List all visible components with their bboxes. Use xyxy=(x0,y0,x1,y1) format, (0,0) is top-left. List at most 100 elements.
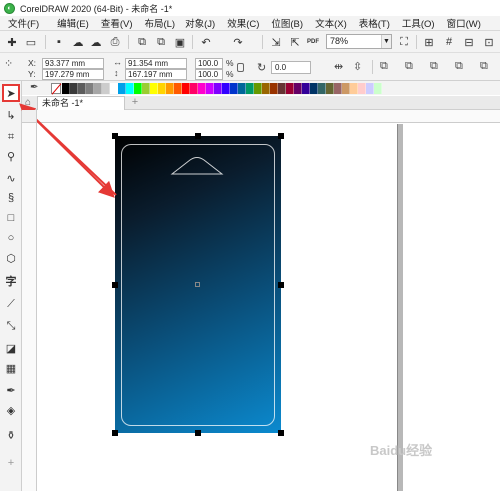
resize-handle-top[interactable] xyxy=(195,133,201,139)
intersect-icon[interactable]: ⧉ xyxy=(455,60,463,73)
palette-swatch[interactable] xyxy=(190,83,198,94)
show-rulers-icon[interactable]: ⊞ xyxy=(421,34,437,50)
drop-shadow-icon[interactable]: ◪ xyxy=(2,339,20,357)
color-eyedropper-icon[interactable]: ✒ xyxy=(2,381,20,399)
add-tab-icon[interactable]: + xyxy=(128,96,142,110)
export-icon[interactable]: ⇱ xyxy=(287,34,303,50)
palette-swatch[interactable] xyxy=(374,83,382,94)
menu-edit[interactable]: 编辑(E) xyxy=(55,16,91,30)
palette-swatch[interactable] xyxy=(78,83,86,94)
palette-swatch[interactable] xyxy=(142,83,150,94)
zoom-tool-icon[interactable]: ⚲ xyxy=(2,147,20,165)
rotation-angle-input[interactable]: 0.0 xyxy=(271,61,311,74)
palette-swatch[interactable] xyxy=(118,83,126,94)
resize-handle-top-right[interactable] xyxy=(278,133,284,139)
y-position-input[interactable]: 197.279 mm xyxy=(42,69,104,80)
palette-swatch[interactable] xyxy=(254,83,262,94)
palette-swatch[interactable] xyxy=(150,83,158,94)
paste-icon[interactable]: ▣ xyxy=(172,34,188,50)
palette-swatch[interactable] xyxy=(294,83,302,94)
print-icon[interactable]: ⎙ xyxy=(107,34,123,50)
palette-swatch[interactable] xyxy=(182,83,190,94)
palette-swatch[interactable] xyxy=(198,83,206,94)
palette-swatch[interactable] xyxy=(358,83,366,94)
palette-swatch[interactable] xyxy=(102,83,110,94)
eyedropper-icon[interactable]: ✒ xyxy=(30,82,38,93)
shape-tool-icon[interactable]: ↳ xyxy=(2,106,20,124)
palette-swatch[interactable] xyxy=(246,83,254,94)
palette-swatch[interactable] xyxy=(350,83,358,94)
text-tool-icon[interactable]: 字 xyxy=(2,272,20,290)
document-tab[interactable]: 未命名 -1* xyxy=(37,96,125,110)
menu-table[interactable]: 表格(T) xyxy=(357,16,392,30)
resize-handle-bottom-left[interactable] xyxy=(112,430,118,436)
palette-swatch[interactable] xyxy=(318,83,326,94)
lock-ratio-icon[interactable] xyxy=(237,63,244,72)
no-fill-swatch[interactable] xyxy=(51,83,61,94)
weld-icon[interactable]: ⧉ xyxy=(405,60,413,73)
palette-swatch[interactable] xyxy=(302,83,310,94)
palette-swatch[interactable] xyxy=(310,83,318,94)
home-icon[interactable]: ⌂ xyxy=(25,97,31,108)
freehand-tool-icon[interactable]: ∿ xyxy=(2,169,20,187)
menu-effects[interactable]: 效果(C) xyxy=(225,16,261,30)
palette-swatch[interactable] xyxy=(174,83,182,94)
scale-height-input[interactable]: 100.0 xyxy=(195,69,223,80)
scale-width-input[interactable]: 100.0 xyxy=(195,58,223,69)
x-position-input[interactable]: 93.377 mm xyxy=(42,58,104,69)
height-input[interactable]: 167.197 mm xyxy=(125,69,187,80)
palette-swatch[interactable] xyxy=(214,83,222,94)
palette-swatch[interactable] xyxy=(278,83,286,94)
horizontal-ruler[interactable] xyxy=(37,110,500,123)
cloud-upload-icon[interactable]: ☁ xyxy=(88,34,104,50)
menu-object[interactable]: 对象(J) xyxy=(183,16,217,30)
simplify-icon[interactable]: ⧉ xyxy=(480,60,488,73)
palette-swatch[interactable] xyxy=(62,83,70,94)
combine-icon[interactable]: ⧉ xyxy=(380,60,388,73)
palette-swatch[interactable] xyxy=(86,83,94,94)
palette-swatch[interactable] xyxy=(126,83,134,94)
object-origin-icon[interactable]: ⁘ xyxy=(4,57,13,70)
transparency-icon[interactable]: ▦ xyxy=(2,359,20,377)
zoom-level-select[interactable]: 78% ▼ xyxy=(326,34,392,49)
palette-swatch[interactable] xyxy=(110,83,118,94)
palette-swatch[interactable] xyxy=(334,83,342,94)
mirror-horizontal-icon[interactable]: ⇹ xyxy=(334,60,343,73)
cloud-sync-icon[interactable]: ☁ xyxy=(70,34,86,50)
pick-tool-icon[interactable]: ➤ xyxy=(2,84,20,102)
palette-swatch[interactable] xyxy=(230,83,238,94)
show-guidelines-icon[interactable]: ⊟ xyxy=(461,34,477,50)
full-screen-icon[interactable]: ⛶ xyxy=(396,34,412,50)
palette-swatch[interactable] xyxy=(262,83,270,94)
menu-window[interactable]: 窗口(W) xyxy=(445,16,483,30)
resize-handle-bottom[interactable] xyxy=(195,430,201,436)
palette-swatch[interactable] xyxy=(158,83,166,94)
palette-swatch[interactable] xyxy=(94,83,102,94)
menu-file[interactable]: 文件(F) xyxy=(6,16,41,30)
menu-tools[interactable]: 工具(O) xyxy=(400,16,437,30)
polygon-tool-icon[interactable]: ⬡ xyxy=(2,249,20,267)
palette-swatch[interactable] xyxy=(286,83,294,94)
palette-swatch[interactable] xyxy=(206,83,214,94)
palette-swatch[interactable] xyxy=(166,83,174,94)
palette-swatch[interactable] xyxy=(342,83,350,94)
menu-bitmaps[interactable]: 位图(B) xyxy=(269,16,305,30)
copy-icon[interactable]: ⧉ xyxy=(153,34,169,50)
smart-fill-icon[interactable]: ⚱ xyxy=(2,426,20,444)
rectangle-tool-icon[interactable]: □ xyxy=(2,209,20,227)
palette-swatch[interactable] xyxy=(238,83,246,94)
connector-tool-icon[interactable]: ⤡ xyxy=(2,317,20,335)
cut-icon[interactable]: ⧉ xyxy=(134,34,150,50)
trim-icon[interactable]: ⧉ xyxy=(430,60,438,73)
vertical-ruler[interactable] xyxy=(22,110,37,491)
parallel-dimension-icon[interactable]: ⟋ xyxy=(2,295,20,313)
import-icon[interactable]: ⇲ xyxy=(268,34,284,50)
palette-swatch[interactable] xyxy=(366,83,374,94)
add-tool-icon[interactable]: + xyxy=(2,454,20,472)
palette-swatch[interactable] xyxy=(270,83,278,94)
menu-view[interactable]: 查看(V) xyxy=(99,16,135,30)
menu-layout[interactable]: 布局(L) xyxy=(142,16,177,30)
ruler-origin[interactable] xyxy=(22,110,37,123)
mirror-vertical-icon[interactable]: ⇳ xyxy=(353,60,362,73)
width-input[interactable]: 91.354 mm xyxy=(125,58,187,69)
